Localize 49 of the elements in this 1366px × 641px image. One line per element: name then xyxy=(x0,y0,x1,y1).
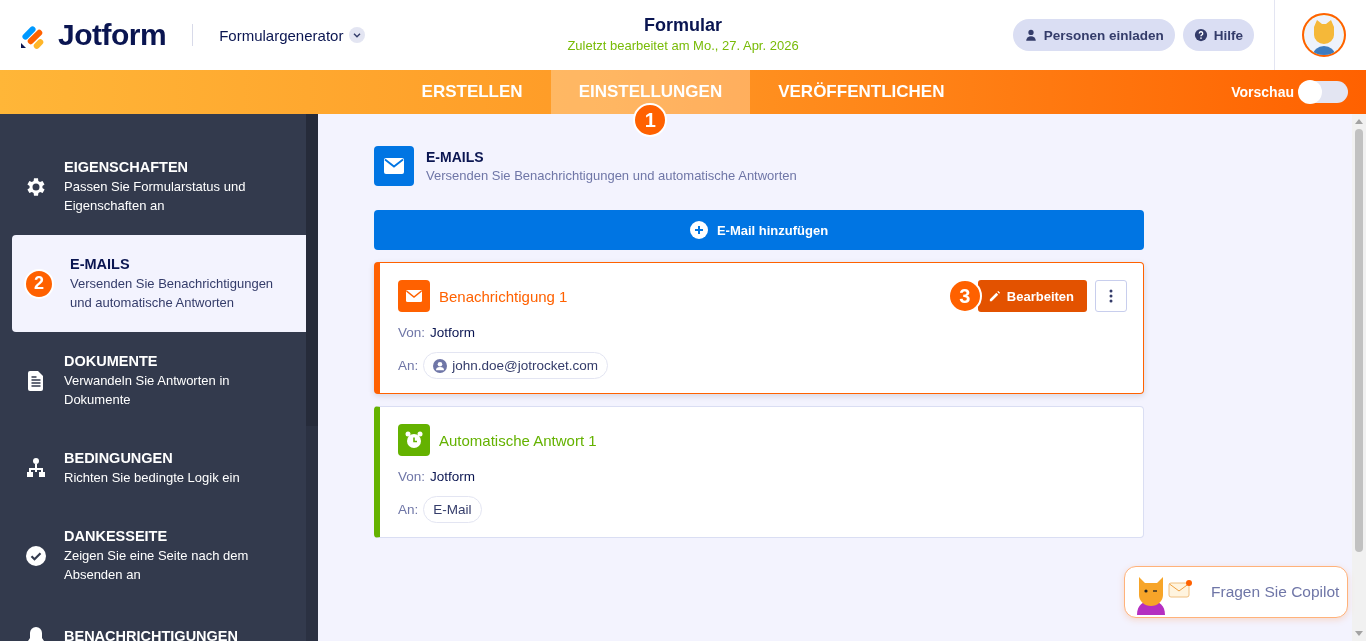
help-button[interactable]: Hilfe xyxy=(1182,19,1254,51)
logo-text: Jotform xyxy=(58,18,167,52)
sidebar-item[interactable]: DOKUMENTE Verwandeln Sie Antworten in Dokumente xyxy=(12,332,306,429)
preview-label: Vorschau xyxy=(1231,84,1294,100)
preview-toggle[interactable] xyxy=(1300,81,1348,103)
sidebar-item[interactable]: BEDINGUNGEN Richten Sie bedingte Logik ein xyxy=(12,429,306,507)
from-label: Von: xyxy=(398,325,426,340)
envelope-icon xyxy=(374,146,414,186)
alarm-clock-icon xyxy=(398,424,430,456)
step-badge: 2 xyxy=(24,268,54,299)
edit-button[interactable]: Bearbeiten xyxy=(977,280,1087,312)
avatar[interactable] xyxy=(1302,13,1346,57)
hierarchy-icon xyxy=(24,456,48,480)
add-email-button[interactable]: E-Mail hinzufügen xyxy=(374,210,1144,250)
plus-icon xyxy=(689,221,708,239)
scroll-down-icon[interactable] xyxy=(1355,631,1363,636)
help-icon xyxy=(1193,28,1208,42)
copilot-button[interactable]: Fragen Sie Copilot xyxy=(1124,566,1348,618)
sidebar-item[interactable]: BENACHRICHTIGUNGEN xyxy=(12,604,306,641)
email-name: Automatische Antwort 1 xyxy=(439,431,597,449)
to-label: An: xyxy=(398,502,419,517)
sidebar-item[interactable]: DANKESSEITE Zeigen Sie eine Seite nach dem Absenden an xyxy=(12,507,306,604)
envelope-icon xyxy=(398,280,430,312)
more-icon xyxy=(1109,289,1113,303)
builder-menu[interactable]: Formulargenerator xyxy=(219,26,366,44)
form-title: Formular xyxy=(644,15,722,36)
scroll-up-icon[interactable] xyxy=(1355,119,1363,124)
email-name: Benachrichtigung 1 xyxy=(439,287,568,305)
more-options-button[interactable] xyxy=(1095,280,1127,312)
email-card[interactable]: Benachrichtigung 1 3 Bearbeiten Von: Jotform An: john.doe@jotrocket.com xyxy=(374,262,1144,394)
scrollbar-thumb[interactable] xyxy=(1355,129,1363,552)
check-circle-icon xyxy=(24,543,48,568)
sender-name: Jotform xyxy=(430,325,476,340)
step-badge: 3 xyxy=(947,279,982,313)
to-label: An: xyxy=(398,358,419,373)
scrollbar-thumb[interactable] xyxy=(306,114,318,426)
sidebar-item[interactable]: 2 E-MAILS Versenden Sie Benachrichtigungen und automatische Antworten xyxy=(12,235,306,332)
person-icon xyxy=(1023,28,1038,42)
pencil-icon xyxy=(987,289,1001,303)
invite-button[interactable]: Personen einladen xyxy=(1012,19,1175,51)
section-title: E-MAILS xyxy=(426,149,485,165)
from-label: Von: xyxy=(398,469,426,484)
chevron-down-icon xyxy=(349,27,366,43)
sender-name: Jotform xyxy=(430,469,476,484)
step-badge: 1 xyxy=(633,103,668,137)
section-description: Versenden Sie Benachrichtigungen und automatische Antworten xyxy=(426,168,797,183)
email-card[interactable]: Automatische Antwort 1 Von: Jotform An: E-Mail xyxy=(374,406,1144,538)
sidebar-item[interactable]: EIGENSCHAFTEN Passen Sie Formularstatus und Eigenschaften an xyxy=(12,138,306,235)
last-edited-text: Zuletzt bearbeitet am Mo., 27. Apr. 2026 xyxy=(567,38,799,53)
